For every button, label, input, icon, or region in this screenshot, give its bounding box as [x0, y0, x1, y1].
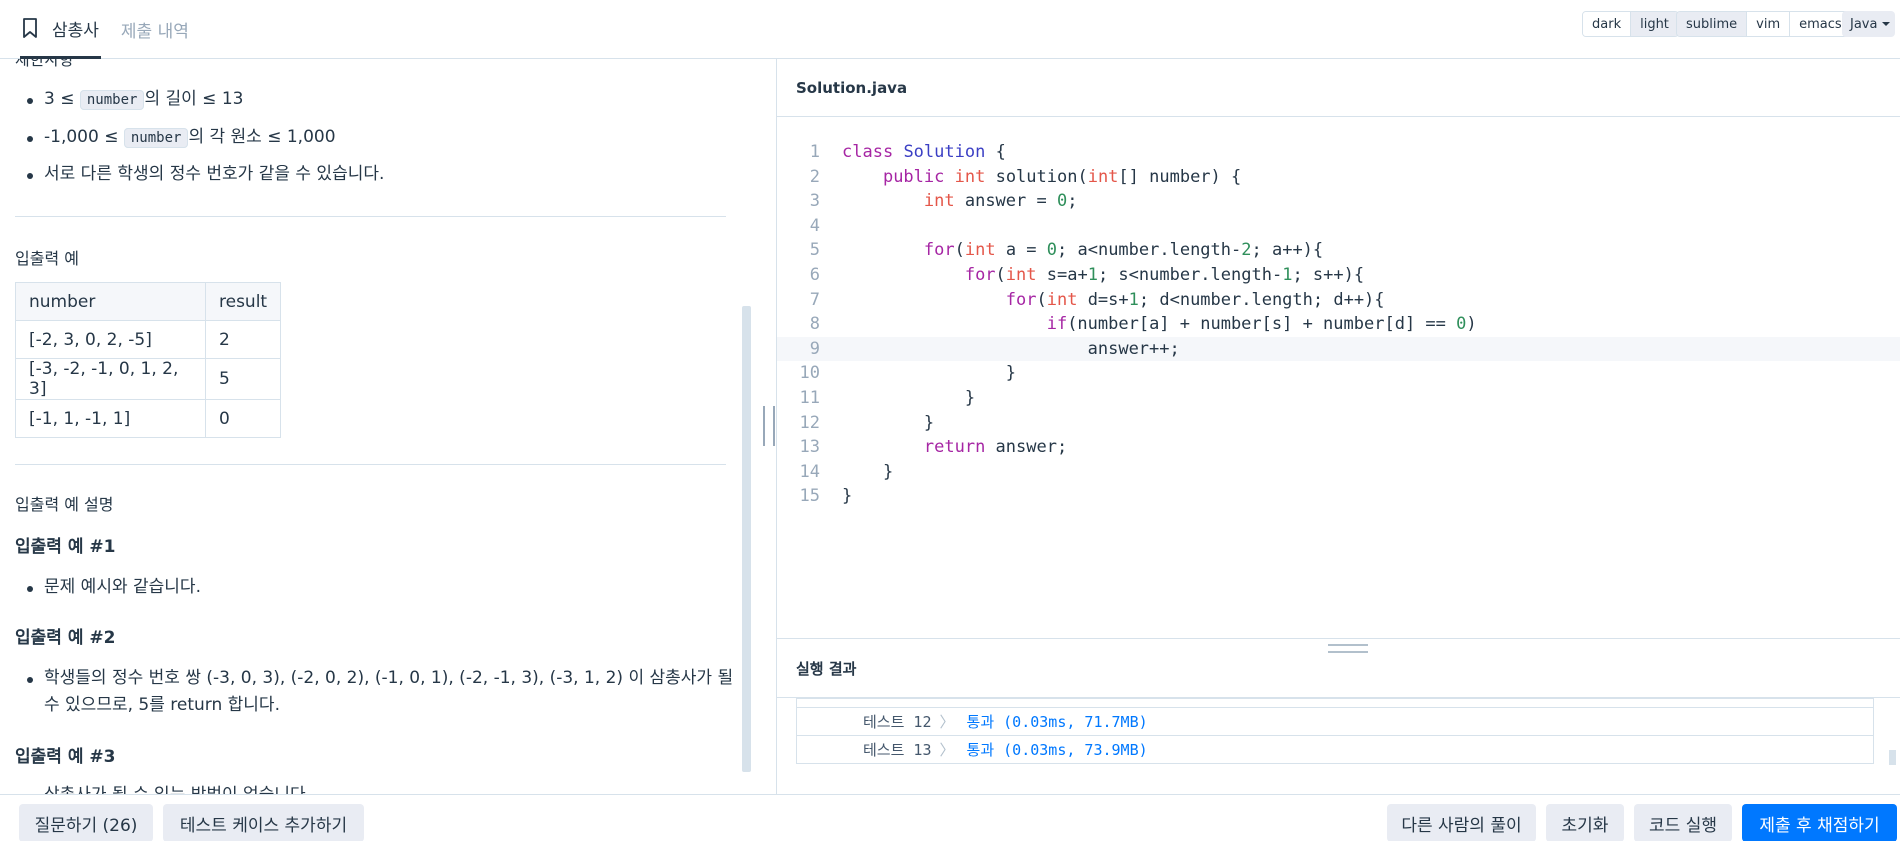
top-bar: 삼총사 제출 내역 dark light sublime vim emacs J…	[0, 0, 1900, 59]
problem-scrollbar[interactable]	[742, 306, 751, 772]
io-table: number result [-2, 3, 0, 2, -5] 2 [-3, -…	[15, 282, 282, 438]
add-test-case-button[interactable]: 테스트 케이스 추가하기	[163, 804, 364, 841]
example-1-title: 입출력 예 #1	[15, 537, 116, 557]
chevron-right-icon: 〉	[939, 741, 955, 759]
result-row: 테스트 12 〉 통과 (0.03ms, 71.7MB)	[796, 708, 1874, 736]
reset-button[interactable]: 초기화	[1546, 804, 1624, 841]
keymap-toggle: sublime vim emacs	[1676, 11, 1852, 37]
keymap-sublime-button[interactable]: sublime	[1677, 12, 1748, 36]
code-line: 7 for(int d=s+1; d<number.length; d++){	[809, 289, 1385, 310]
caret-down-icon	[1882, 22, 1891, 26]
results-scrollbar[interactable]	[1889, 750, 1896, 765]
example-2-title: 입출력 예 #2	[15, 628, 116, 648]
bottom-bar: 질문하기 (26) 테스트 케이스 추가하기 다른 사람의 풀이 초기화 코드 …	[0, 794, 1900, 841]
code-line: 5 for(int a = 0; a<number.length-2; a++)…	[809, 240, 1324, 261]
tab-bar: 삼총사 제출 내역	[20, 0, 209, 59]
list-item: -1,000 ≤ number 의 각 원소 ≤ 1,000	[0, 124, 740, 152]
list-item: 학생들의 정수 번호 쌍 (-3, 0, 3), (-2, 0, 2), (-1…	[0, 665, 740, 719]
code-line: 14 }	[799, 461, 894, 482]
tab-problem-label: 삼총사	[52, 20, 99, 41]
theme-toggle: dark light	[1582, 11, 1679, 37]
list-item: 3 ≤ number 의 길이 ≤ 13	[0, 86, 740, 114]
constraints-list: 3 ≤ number 의 길이 ≤ 13 -1,000 ≤ number 의 각 원…	[0, 86, 740, 188]
results-resize-handle[interactable]	[1328, 644, 1368, 653]
example-1-list: 문제 예시와 같습니다.	[0, 574, 740, 601]
code-line: 11 }	[799, 387, 976, 408]
run-code-button[interactable]: 코드 실행	[1634, 804, 1732, 841]
other-solutions-button[interactable]: 다른 사람의 풀이	[1387, 804, 1536, 841]
list-item: 서로 다른 학생의 정수 번호가 같을 수 있습니다.	[0, 161, 740, 188]
code-line: 13 return answer;	[799, 437, 1068, 458]
chevron-right-icon: 〉	[939, 713, 955, 731]
example-2-list: 학생들의 정수 번호 쌍 (-3, 0, 3), (-2, 0, 2), (-1…	[0, 665, 740, 719]
constraints-title: 제한사항	[15, 59, 74, 69]
results-title: 실행 결과	[796, 660, 857, 678]
code-line-active: 9 answer++;	[777, 336, 1900, 362]
code-line: 12 }	[799, 412, 935, 433]
table-row: [-1, 1, -1, 1] 0	[15, 399, 282, 438]
io-explain-title: 입출력 예 설명	[15, 495, 114, 514]
code-line: 2 public int solution(int[] number) {	[809, 166, 1242, 187]
tab-submissions-label: 제출 내역	[120, 22, 189, 42]
list-item: 문제 예시와 같습니다.	[0, 574, 740, 601]
code-line: 1 class Solution {	[809, 142, 1006, 162]
code-line: 15}	[799, 486, 853, 507]
language-label: Java	[1850, 16, 1878, 32]
table-header-row: number result	[15, 282, 282, 321]
result-row-partial	[796, 698, 1874, 708]
result-row: 테스트 13 〉 통과 (0.03ms, 73.9MB)	[796, 736, 1874, 764]
theme-light-button[interactable]: light	[1631, 12, 1678, 36]
panel-resize-handle[interactable]	[763, 406, 775, 446]
problem-panel[interactable]: 제한사항 3 ≤ number 의 길이 ≤ 13 -1,000 ≤ number…	[0, 59, 776, 794]
divider	[15, 216, 726, 217]
code-line: 3 int answer = 0;	[809, 191, 1078, 212]
editor-filename: Solution.java	[796, 79, 908, 97]
inline-code: number	[123, 128, 189, 148]
list-item: 삼총사가 될 수 있는 방법이 없습니다.	[0, 782, 740, 794]
submit-button[interactable]: 제출 후 채점하기	[1742, 804, 1897, 841]
io-title: 입출력 예	[15, 249, 79, 268]
code-editor[interactable]: 1 class Solution { 2 public int solution(…	[777, 140, 1900, 509]
divider	[15, 464, 726, 465]
tab-submissions[interactable]: 제출 내역	[119, 0, 191, 59]
results-list[interactable]: 테스트 12 〉 통과 (0.03ms, 71.7MB) 테스트 13 〉 통과 (0.…	[796, 698, 1874, 764]
ask-question-button[interactable]: 질문하기 (26)	[19, 804, 153, 841]
editor-header: Solution.java	[777, 59, 1900, 117]
language-select[interactable]: Java	[1842, 11, 1895, 37]
code-line: 8 if(number[a] + number[s] + number[d] =…	[809, 314, 1477, 335]
inline-code: number	[79, 90, 145, 110]
example-3-title: 입출력 예 #3	[15, 747, 116, 767]
code-line: 10 }	[799, 363, 1016, 384]
table-row: [-3, -2, -1, 0, 1, 2, 3] 5	[15, 358, 282, 400]
bookmark-icon[interactable]	[22, 18, 38, 38]
tab-problem[interactable]: 삼총사	[20, 0, 101, 59]
code-line: 4	[809, 215, 820, 236]
keymap-vim-button[interactable]: vim	[1747, 12, 1791, 36]
example-3-list: 삼총사가 될 수 있는 방법이 없습니다.	[0, 782, 740, 794]
theme-dark-button[interactable]: dark	[1583, 12, 1632, 36]
table-row: [-2, 3, 0, 2, -5] 2	[15, 320, 282, 359]
code-line: 6 for(int s=a+1; s<number.length-1; s++)…	[809, 264, 1365, 285]
